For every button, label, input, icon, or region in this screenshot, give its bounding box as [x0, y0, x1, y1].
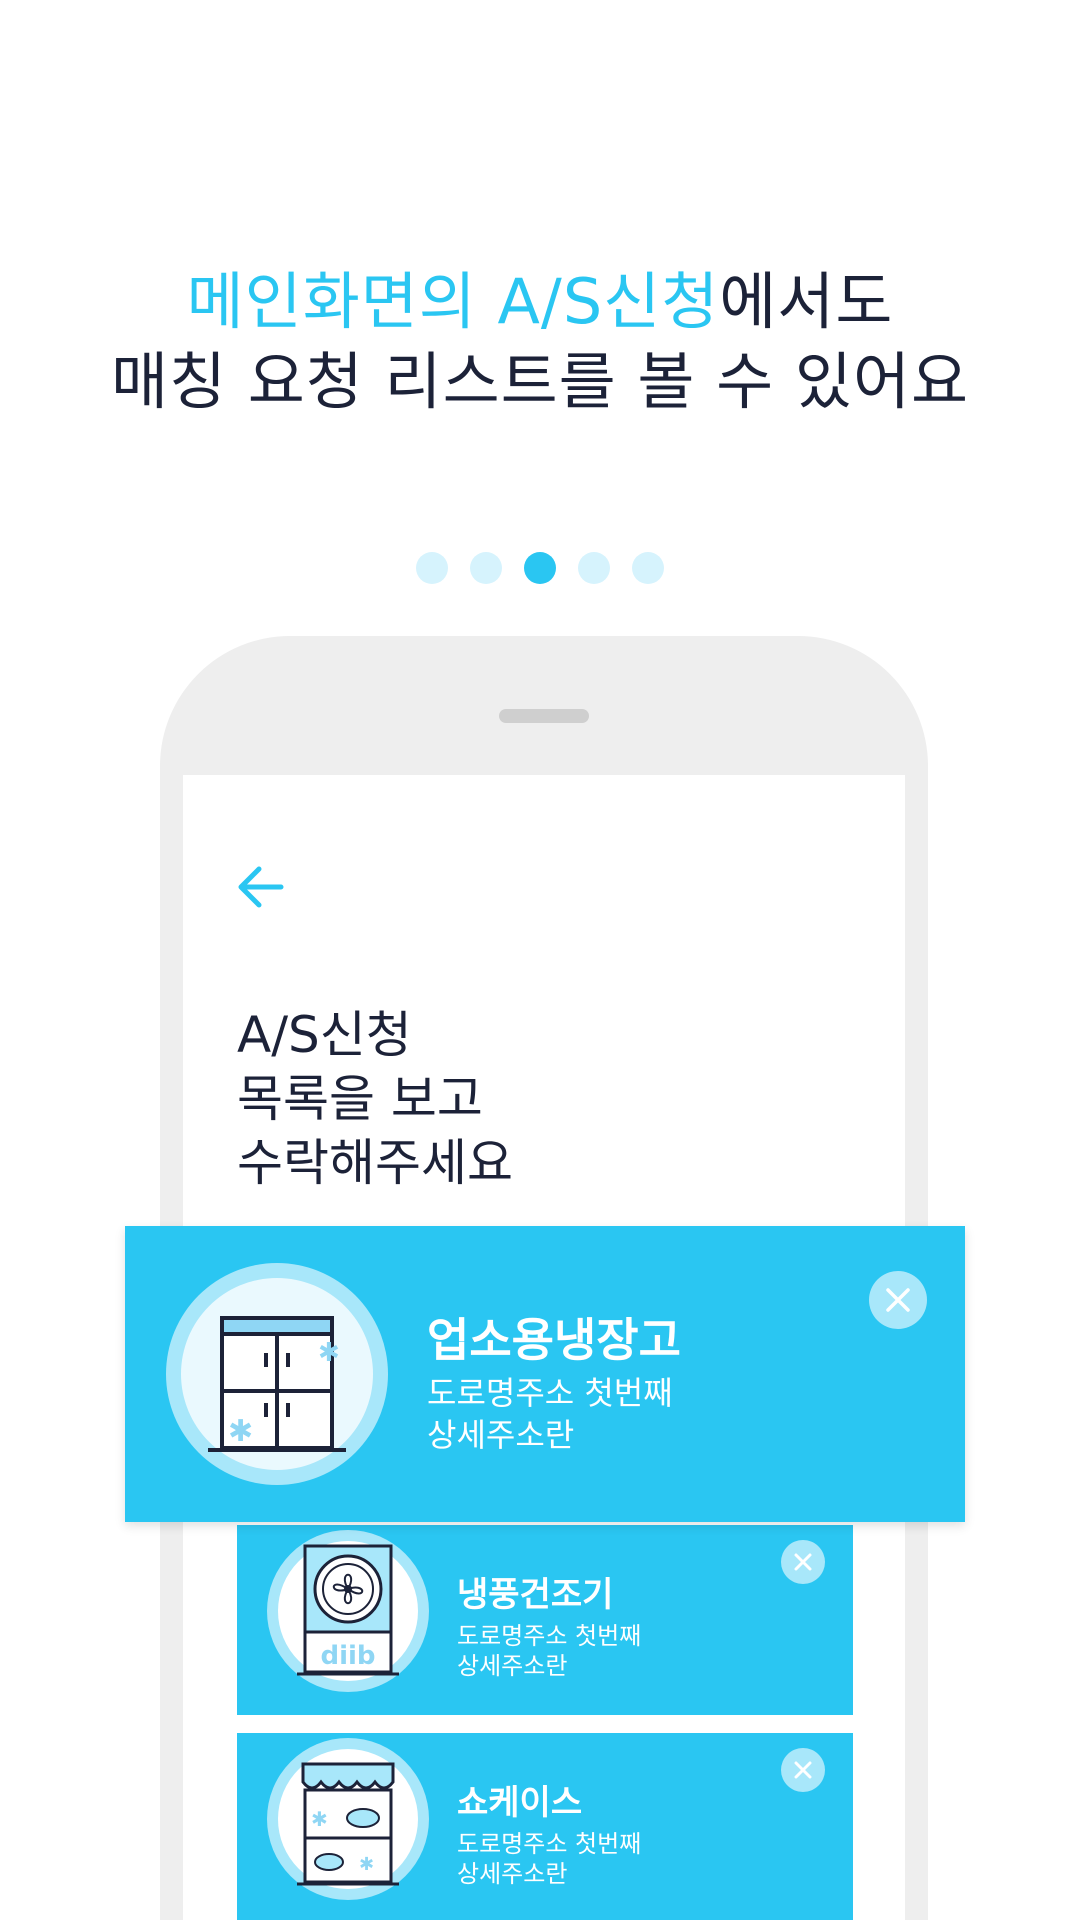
card-address: 도로명주소 첫번째 상세주소란: [457, 1830, 642, 1888]
headline-line-1: 메인화면의 A/S신청에서도: [0, 262, 1080, 342]
card-title: 냉풍건조기: [457, 1575, 614, 1615]
item-icon-circle: ✱ ✱: [166, 1263, 388, 1485]
showcase-icon: ✱ ✱: [297, 1762, 399, 1886]
close-icon: [794, 1761, 812, 1779]
refrigerator-icon: ✱ ✱: [208, 1316, 346, 1452]
request-card-refrigerator[interactable]: ✱ ✱ 업소용냉장고 도로명주소 첫번째 상세주소란: [125, 1226, 965, 1522]
page-dot[interactable]: [416, 552, 448, 584]
card-title: 업소용냉장고: [427, 1313, 681, 1367]
svg-text:diib: diib: [320, 1641, 375, 1671]
svg-text:✱: ✱: [318, 1338, 340, 1368]
close-icon: [794, 1553, 812, 1571]
screen-title: A/S신청 목록을 보고 수락해주세요: [237, 1006, 513, 1192]
close-button[interactable]: [781, 1748, 825, 1792]
headline-accent: 메인화면의 A/S신청: [186, 265, 720, 338]
page-dot-active[interactable]: [524, 552, 556, 584]
phone-speaker: [499, 709, 589, 723]
page-dot[interactable]: [578, 552, 610, 584]
request-card-showcase[interactable]: ✱ ✱ 쇼케이스 도로명주소 첫번째 상세주소란: [237, 1733, 853, 1920]
item-icon-circle: diib: [267, 1530, 429, 1692]
item-icon-circle: ✱ ✱: [267, 1738, 429, 1900]
headline-line-2: 매칭 요청 리스트를 볼 수 있어요: [110, 345, 970, 418]
card-address: 도로명주소 첫번째 상세주소란: [427, 1374, 673, 1454]
svg-text:✱: ✱: [359, 1854, 374, 1875]
headline: 메인화면의 A/S신청에서도 매칭 요청 리스트를 볼 수 있어요: [0, 262, 1080, 422]
svg-text:✱: ✱: [311, 1807, 328, 1831]
page-dot[interactable]: [470, 552, 502, 584]
dryer-icon: diib: [297, 1544, 399, 1676]
close-button[interactable]: [781, 1540, 825, 1584]
page-dot[interactable]: [632, 552, 664, 584]
card-title: 쇼케이스: [457, 1783, 583, 1823]
headline-rest: 에서도: [719, 265, 894, 338]
close-icon: [886, 1288, 910, 1312]
card-address: 도로명주소 첫번째 상세주소란: [457, 1622, 642, 1680]
request-card-dryer[interactable]: diib 냉풍건조기 도로명주소 첫번째 상세주소란: [237, 1525, 853, 1715]
svg-text:✱: ✱: [228, 1414, 253, 1449]
page-indicator: [0, 552, 1080, 584]
close-button[interactable]: [869, 1271, 927, 1329]
arrow-left-icon[interactable]: [233, 860, 287, 914]
